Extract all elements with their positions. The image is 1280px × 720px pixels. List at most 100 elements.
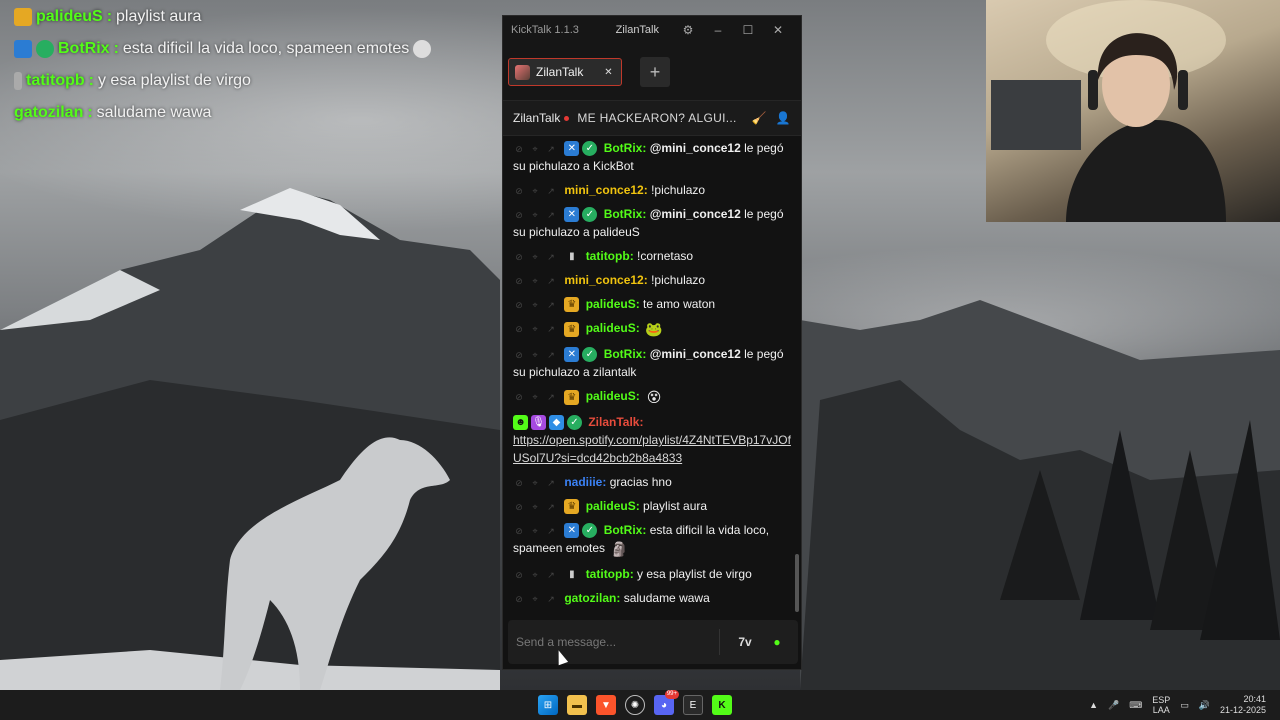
username[interactable]: palideuS — [586, 297, 636, 311]
pin-icon[interactable]: ⌖ — [529, 275, 541, 287]
reply-arrow-icon[interactable]: ↗ — [545, 323, 557, 335]
message-actions: ⊘ ⌖ ↗ — [513, 299, 557, 311]
reply-arrow-icon[interactable]: ↗ — [545, 185, 557, 197]
reply-arrow-icon[interactable]: ↗ — [545, 525, 557, 537]
reply-icon[interactable]: ⊘ — [513, 275, 525, 287]
pin-icon[interactable]: ⌖ — [529, 525, 541, 537]
pin-icon[interactable]: ⌖ — [529, 143, 541, 155]
reply-icon[interactable]: ⊘ — [513, 299, 525, 311]
file-explorer-icon[interactable]: ▬ — [567, 695, 587, 715]
reply-icon[interactable]: ⊘ — [513, 251, 525, 263]
discord-icon[interactable]: ◕ 99+ — [654, 690, 679, 715]
mention[interactable]: @mini_conce12 — [650, 141, 741, 155]
reply-arrow-icon[interactable]: ↗ — [545, 501, 557, 513]
reply-icon[interactable]: ⊘ — [513, 185, 525, 197]
username[interactable]: palideuS — [586, 499, 636, 513]
username[interactable]: BotRix — [604, 347, 643, 361]
pin-icon[interactable]: ⌖ — [529, 501, 541, 513]
tab-zilantalk[interactable]: ZilanTalk ✕ — [508, 58, 622, 86]
clock[interactable]: 20:41 21-12-2025 — [1220, 694, 1266, 716]
reply-icon[interactable]: ⊘ — [513, 477, 525, 489]
username[interactable]: tatitopb — [586, 567, 630, 581]
username-separator: : — [639, 415, 644, 429]
epic-games-icon[interactable]: E — [683, 695, 703, 715]
mention[interactable]: @mini_conce12 — [650, 207, 741, 221]
pin-icon[interactable]: ⌖ — [529, 593, 541, 605]
reply-icon[interactable]: ⊘ — [513, 209, 525, 221]
reply-arrow-icon[interactable]: ↗ — [545, 275, 557, 287]
brave-browser-icon[interactable]: ▼ — [596, 695, 616, 715]
username[interactable]: BotRix — [604, 523, 643, 537]
stream-username[interactable]: ZilanTalk — [513, 111, 560, 125]
windows-start-icon[interactable]: ⊞ — [538, 695, 558, 715]
pin-icon[interactable]: ⌖ — [529, 391, 541, 403]
username[interactable]: palideuS — [586, 389, 636, 403]
reply-icon[interactable]: ⊘ — [513, 593, 525, 605]
stream-info-bar: ZilanTalk ME HACKEARON? ALGUI... 🧹 👤 — [503, 100, 801, 136]
title-bar[interactable]: KickTalk 1.1.3 ZilanTalk ⚙ – ☐ ✕ — [503, 16, 801, 44]
pin-icon[interactable]: ⌖ — [529, 299, 541, 311]
network-icon[interactable]: ▭ — [1180, 700, 1189, 711]
pin-icon[interactable]: ⌖ — [529, 209, 541, 221]
reply-icon[interactable]: ⊘ — [513, 391, 525, 403]
emote-icon[interactable]: 🐸 — [643, 319, 665, 339]
username[interactable]: mini_conce12 — [564, 183, 643, 197]
pin-icon[interactable]: ⌖ — [529, 349, 541, 361]
user-icon[interactable]: 👤 — [775, 111, 791, 125]
pin-icon[interactable]: ⌖ — [529, 323, 541, 335]
username[interactable]: mini_conce12 — [564, 273, 643, 287]
emote-icon[interactable]: 🗿 — [608, 539, 630, 559]
pin-icon[interactable]: ⌖ — [529, 569, 541, 581]
reply-arrow-icon[interactable]: ↗ — [545, 209, 557, 221]
reply-icon[interactable]: ⊘ — [513, 349, 525, 361]
reply-arrow-icon[interactable]: ↗ — [545, 477, 557, 489]
verified-badge-icon: ✓ — [567, 415, 582, 431]
keyboard-icon[interactable]: ⌨ — [1129, 700, 1142, 711]
microphone-icon[interactable]: 🎤 — [1108, 700, 1119, 711]
chevron-up-icon[interactable]: ▲ — [1089, 700, 1098, 710]
message-input[interactable] — [516, 635, 713, 649]
close-icon[interactable]: ✕ — [602, 66, 615, 79]
overlay-chat-line: tatitopb: y esa playlist de virgo — [14, 68, 494, 94]
username[interactable]: tatitopb — [586, 249, 630, 263]
reply-arrow-icon[interactable]: ↗ — [545, 143, 557, 155]
reply-arrow-icon[interactable]: ↗ — [545, 349, 557, 361]
seventv-icon[interactable]: 7v — [732, 631, 758, 653]
username[interactable]: BotRix — [604, 141, 643, 155]
kicktalk-icon[interactable]: K — [712, 695, 732, 715]
username[interactable]: nadiiie — [564, 475, 602, 489]
emote-icon[interactable]: 😵 — [643, 387, 665, 407]
chatgpt-icon[interactable]: ✺ — [625, 695, 645, 715]
pin-icon[interactable]: ⌖ — [529, 477, 541, 489]
broom-icon[interactable]: 🧹 — [751, 111, 767, 125]
language-indicator[interactable]: ESP LAA — [1152, 695, 1170, 715]
volume-icon[interactable]: 🔊 — [1199, 700, 1210, 711]
reply-arrow-icon[interactable]: ↗ — [545, 569, 557, 581]
reply-arrow-icon[interactable]: ↗ — [545, 391, 557, 403]
message-link[interactable]: https://open.spotify.com/playlist/4Z4NtT… — [513, 433, 791, 465]
username[interactable]: gatozilan — [564, 591, 616, 605]
gear-icon[interactable]: ⚙ — [673, 23, 703, 37]
username[interactable]: ZilanTalk — [588, 415, 639, 429]
chat-messages[interactable]: ⊘ ⌖ ↗ ✕ ✓ BotRix: @mini_conce12 le pegó su … — [503, 136, 795, 612]
pin-icon[interactable]: ⌖ — [529, 185, 541, 197]
reply-arrow-icon[interactable]: ↗ — [545, 299, 557, 311]
maximize-button[interactable]: ☐ — [733, 23, 763, 37]
current-user[interactable]: ZilanTalk — [616, 24, 659, 36]
reply-icon[interactable]: ⊘ — [513, 569, 525, 581]
reply-arrow-icon[interactable]: ↗ — [545, 593, 557, 605]
reply-icon[interactable]: ⊘ — [513, 143, 525, 155]
reply-arrow-icon[interactable]: ↗ — [545, 251, 557, 263]
username[interactable]: palideuS — [586, 321, 636, 335]
chat-scrollbar[interactable] — [795, 554, 799, 612]
add-tab-button[interactable]: + — [640, 57, 670, 87]
username[interactable]: BotRix — [604, 207, 643, 221]
minimize-button[interactable]: – — [703, 23, 733, 37]
mention[interactable]: @mini_conce12 — [650, 347, 741, 361]
close-button[interactable]: ✕ — [763, 23, 793, 37]
reply-icon[interactable]: ⊘ — [513, 323, 525, 335]
reply-icon[interactable]: ⊘ — [513, 525, 525, 537]
reply-icon[interactable]: ⊘ — [513, 501, 525, 513]
kick-emote-icon[interactable]: ● — [764, 631, 790, 653]
pin-icon[interactable]: ⌖ — [529, 251, 541, 263]
